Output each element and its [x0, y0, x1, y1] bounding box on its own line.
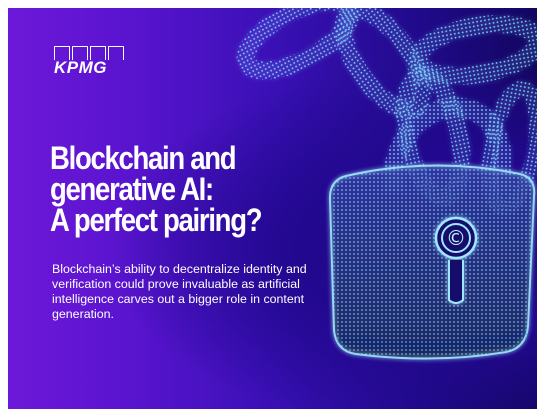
- headline-line-2: generative AI:: [50, 171, 214, 207]
- kpmg-logo: KPMG: [54, 46, 124, 78]
- hero-banner: © KPMG Blockchain and generative AI: A p…: [8, 8, 537, 409]
- headline-line-3: A perfect pairing?: [50, 202, 263, 238]
- page-title: Blockchain and generative AI: A perfect …: [50, 140, 274, 238]
- subtitle: Blockchain’s ability to decentralize ide…: [52, 262, 307, 321]
- logo-text: KPMG: [54, 58, 107, 77]
- headline-line-1: Blockchain and: [50, 140, 237, 176]
- padlock-symbol: ©: [446, 226, 466, 250]
- padlock-icon: [328, 164, 536, 360]
